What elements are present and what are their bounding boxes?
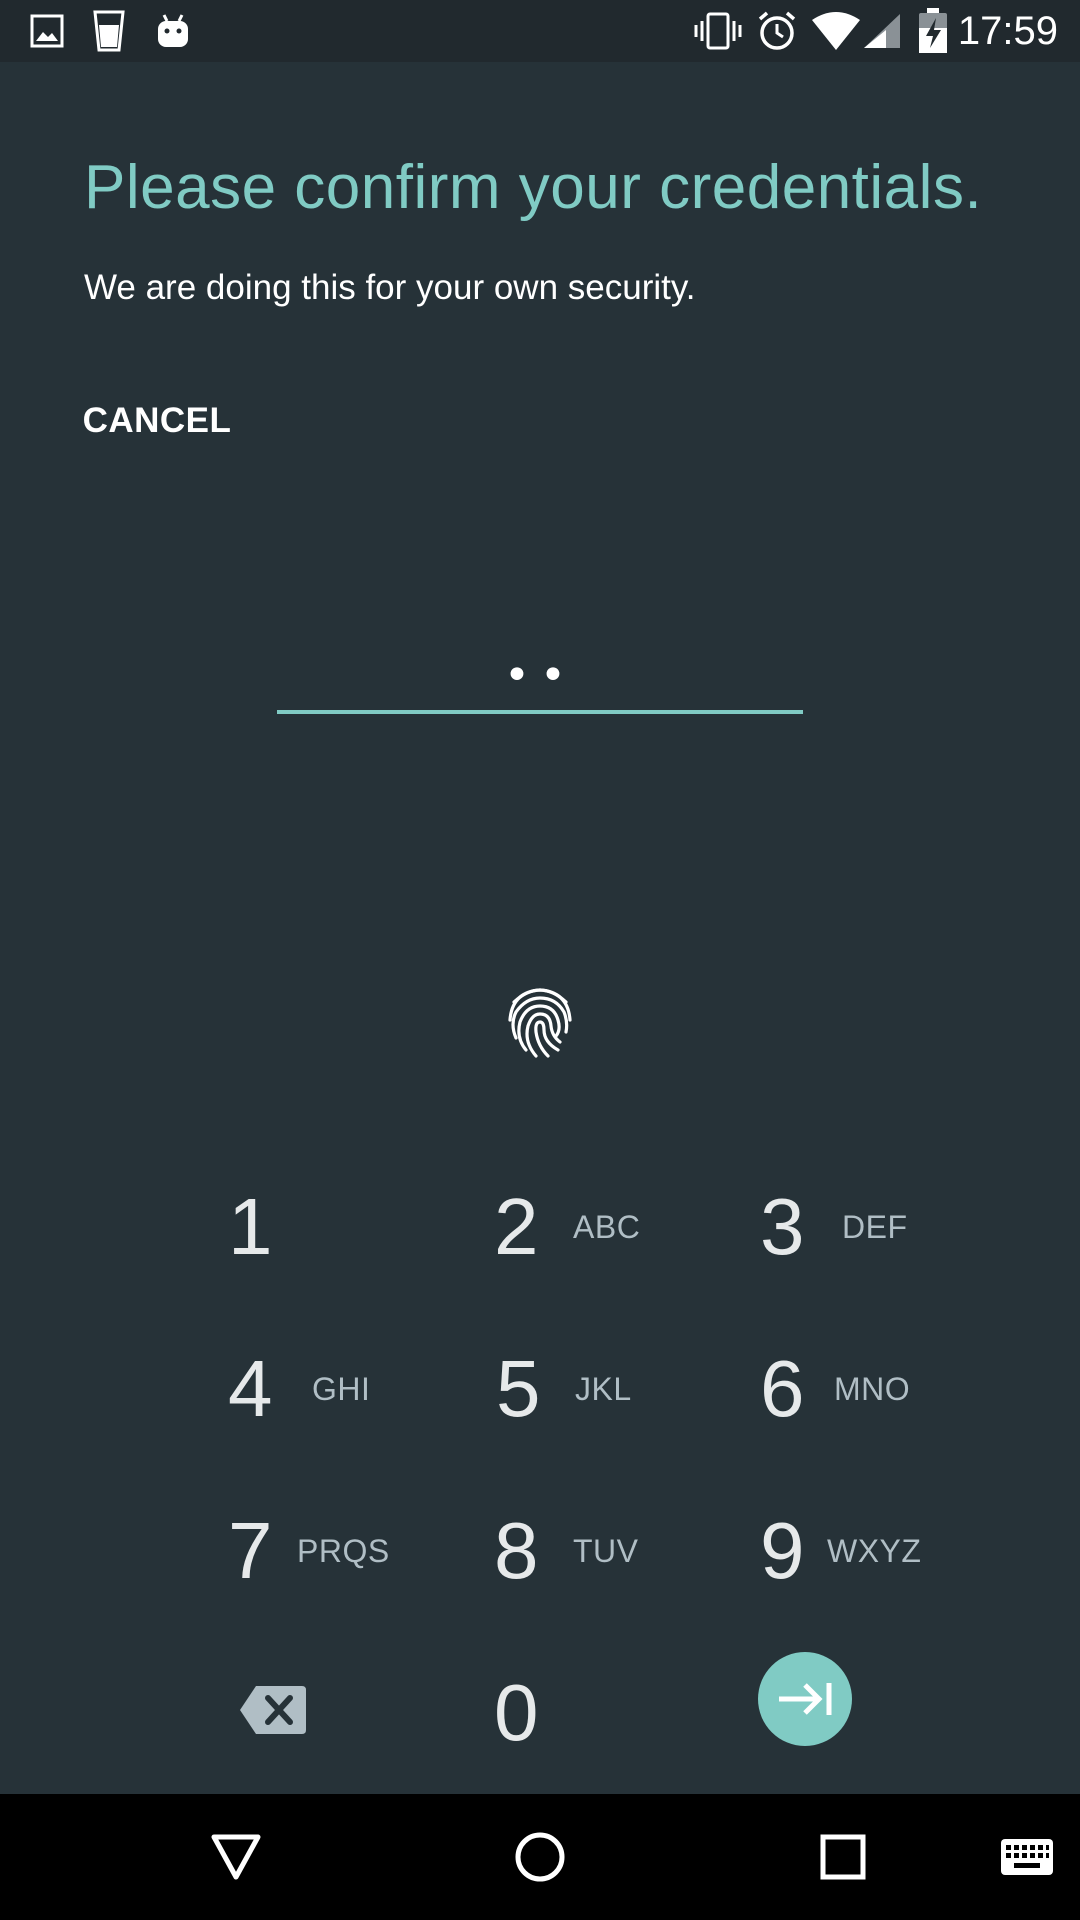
key-1[interactable]: 1 <box>220 1162 440 1292</box>
key-digit: 6 <box>760 1344 805 1433</box>
cell-signal-icon <box>862 0 902 62</box>
key-letters: DEF <box>842 1209 908 1245</box>
key-digit: 7 <box>228 1506 273 1595</box>
key-9[interactable]: 9 WXYZ <box>754 1486 974 1616</box>
recents-icon <box>820 1834 866 1880</box>
android-icon <box>156 0 190 62</box>
key-8[interactable]: 8 TUV <box>488 1486 708 1616</box>
vibrate-icon <box>694 0 742 62</box>
home-icon <box>515 1832 565 1882</box>
lock-screen: 17:59 Please confirm your credentials. W… <box>0 0 1080 1920</box>
backspace-icon <box>240 1686 306 1734</box>
key-letters: GHI <box>312 1371 371 1407</box>
key-letters: PRQS <box>297 1533 390 1569</box>
back-icon <box>211 1834 261 1880</box>
alarm-icon <box>756 0 798 62</box>
key-digit: 8 <box>494 1506 539 1595</box>
key-letters: MNO <box>834 1371 911 1407</box>
key-0[interactable]: 0 <box>488 1648 708 1778</box>
key-2[interactable]: 2 ABC <box>488 1162 708 1292</box>
keyboard-button[interactable] <box>992 1794 1062 1920</box>
key-4[interactable]: 4 GHI <box>220 1324 440 1454</box>
key-digit: 2 <box>494 1182 539 1271</box>
key-digit: 3 <box>760 1182 805 1271</box>
key-3[interactable]: 3 DEF <box>754 1162 974 1292</box>
wifi-icon <box>812 0 860 62</box>
key-letters: WXYZ <box>827 1533 922 1569</box>
image-icon <box>30 0 64 62</box>
battery-charging-icon <box>918 0 948 62</box>
key-letters: ABC <box>573 1209 641 1245</box>
key-digit: 9 <box>760 1506 805 1595</box>
navigation-bar <box>0 1794 1080 1920</box>
key-digit: 5 <box>496 1344 541 1433</box>
key-6[interactable]: 6 MNO <box>754 1324 974 1454</box>
key-digit: 1 <box>228 1182 273 1271</box>
key-digit: 0 <box>494 1668 539 1757</box>
status-bar: 17:59 <box>0 0 1080 62</box>
back-button[interactable] <box>196 1794 276 1920</box>
keyboard-icon <box>1001 1839 1053 1875</box>
drink-cup-icon <box>92 0 126 62</box>
key-letters: TUV <box>573 1533 639 1569</box>
key-letters: JKL <box>575 1371 632 1407</box>
enter-button[interactable] <box>758 1652 852 1746</box>
delete-button[interactable] <box>238 1682 308 1738</box>
cancel-button[interactable]: CANCEL <box>72 390 242 452</box>
key-digit: 4 <box>228 1344 273 1433</box>
page-subtitle: We are doing this for your own security. <box>84 268 696 307</box>
home-button[interactable] <box>500 1794 580 1920</box>
pin-masked-value: •• <box>504 650 576 701</box>
key-7[interactable]: 7 PRQS <box>220 1486 440 1616</box>
pin-input[interactable]: •• <box>277 640 803 714</box>
status-time: 17:59 <box>957 9 1058 53</box>
key-5[interactable]: 5 JKL <box>488 1324 708 1454</box>
recents-button[interactable] <box>803 1794 883 1920</box>
enter-arrow-icon <box>779 1683 832 1715</box>
page-title: Please confirm your credentials. <box>84 153 983 222</box>
fingerprint-icon <box>504 980 576 1060</box>
pin-underline <box>277 710 803 714</box>
